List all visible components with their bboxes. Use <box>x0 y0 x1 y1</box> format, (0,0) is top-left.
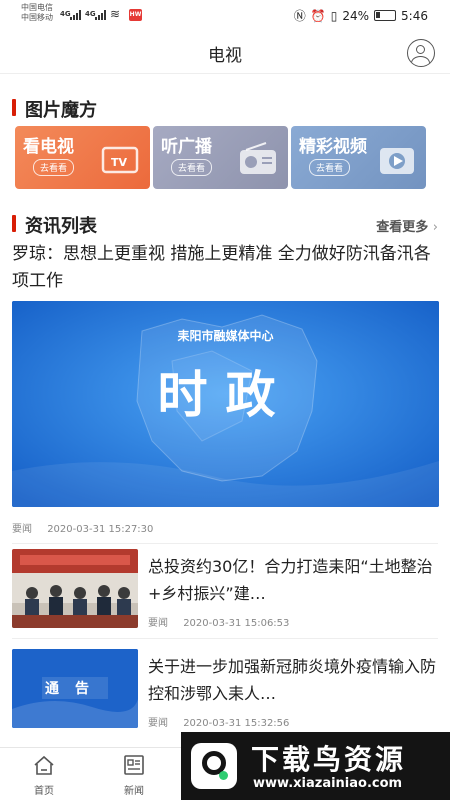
banner-headline: 时政 <box>157 365 294 424</box>
nav-label: 首页 <box>34 786 54 797</box>
meeting-photo <box>12 549 138 628</box>
card-title: 精彩视频 <box>299 137 367 157</box>
watermark-url: www.xiazainiao.com <box>253 776 403 791</box>
user-profile-icon[interactable] <box>407 39 435 67</box>
divider <box>12 543 438 544</box>
signal-icon <box>70 9 84 20</box>
news-item[interactable]: 通告 关于进一步加强新冠肺炎境外疫情输入防控和涉鄂入耒人… 要闻 2020-03… <box>12 649 438 731</box>
card-featured-video[interactable]: 精彩视频 去看看 <box>291 126 426 189</box>
wifi-icon: ≋ <box>110 7 121 21</box>
news-thumbnail: 通告 <box>12 649 138 728</box>
news-category: 要闻 <box>12 524 32 535</box>
news-time: 2020-03-31 15:27:30 <box>47 524 154 535</box>
news-time: 2020-03-31 15:32:56 <box>183 718 290 729</box>
home-icon <box>34 755 54 775</box>
signal-icon-2 <box>95 9 109 20</box>
battery-icon <box>374 10 397 21</box>
alarm-icon: ⏰ <box>310 8 326 23</box>
news-section-header: 资讯列表 查看更多 › <box>12 212 438 237</box>
app-notification-icon: HW <box>129 9 142 21</box>
clock: 5:46 <box>401 8 428 23</box>
lead-news-banner[interactable]: 耒阳市融媒体中心 时政 <box>12 301 439 507</box>
app-header: 电视 <box>0 30 450 74</box>
vibrate-icon: ▯ <box>330 8 338 23</box>
news-title: 总投资约30亿！合力打造耒阳“土地整治+乡村振兴”建… <box>148 557 433 603</box>
carrier-1: 中国电信 <box>21 3 53 12</box>
lead-news-title[interactable]: 罗琼：思想上更重视 措施上更精准 全力做好防汛备汛各项工作 <box>12 241 438 295</box>
section-title: 图片魔方 <box>25 100 97 121</box>
carrier-2: 中国移动 <box>21 13 53 22</box>
nav-label: 新闻 <box>124 786 144 797</box>
status-bar: 中国电信 中国移动 4G 4G ≋ HW Ⓝ ⏰ ▯ 24% 5:46 <box>0 0 450 30</box>
radio-icon <box>240 142 276 174</box>
card-title: 看电视 <box>23 137 74 157</box>
video-icon <box>380 148 414 174</box>
card-title: 听广播 <box>161 137 212 157</box>
view-more-label: 查看更多 <box>376 220 429 235</box>
news-title: 关于进一步加强新冠肺炎境外疫情输入防控和涉鄂入耒人… <box>148 657 437 703</box>
card-go-button[interactable]: 去看看 <box>33 159 75 176</box>
section-accent-bar <box>12 215 16 232</box>
card-go-button[interactable]: 去看看 <box>309 159 351 176</box>
chevron-right-icon: › <box>432 220 438 235</box>
news-thumbnail <box>12 549 138 628</box>
card-go-button[interactable]: 去看看 <box>171 159 213 176</box>
nav-home[interactable]: 首页 <box>14 754 74 797</box>
card-watch-tv[interactable]: 看电视 去看看 TV <box>15 126 150 189</box>
status-right: Ⓝ ⏰ ▯ 24% 5:46 <box>294 7 428 24</box>
thumbnail-text: 通告 <box>45 681 105 697</box>
news-category: 要闻 <box>148 718 168 729</box>
lead-news-meta: 要闻 2020-03-31 15:27:30 <box>12 520 153 535</box>
magic-section-header: 图片魔方 <box>12 96 438 121</box>
banner-organization: 耒阳市融媒体中心 <box>177 329 274 343</box>
feature-cards: 看电视 去看看 TV 听广播 去看看 精彩视频 去看看 <box>15 126 427 189</box>
news-icon <box>124 755 144 775</box>
section-accent-bar <box>12 99 16 116</box>
news-time: 2020-03-31 15:06:53 <box>183 618 290 629</box>
news-item[interactable]: 总投资约30亿！合力打造耒阳“土地整治+乡村振兴”建… 要闻 2020-03-3… <box>12 549 438 631</box>
divider <box>12 638 438 639</box>
nav-news[interactable]: 新闻 <box>104 754 164 797</box>
svg-text:TV: TV <box>111 156 128 169</box>
nfc-icon: Ⓝ <box>293 9 306 23</box>
tv-icon: TV <box>101 146 139 174</box>
news-meta: 要闻 2020-03-31 15:06:53 <box>148 614 289 629</box>
watermark-title: 下载鸟资源 <box>251 743 407 776</box>
carrier-info: 中国电信 中国移动 <box>21 3 53 23</box>
watermark-overlay: 下载鸟资源 www.xiazainiao.com <box>181 732 450 800</box>
battery-percent: 24% <box>342 8 370 23</box>
section-title: 资讯列表 <box>25 216 97 237</box>
view-more-link[interactable]: 查看更多 › <box>376 216 438 235</box>
card-listen-radio[interactable]: 听广播 去看看 <box>153 126 288 189</box>
page-title: 电视 <box>208 46 242 66</box>
news-category: 要闻 <box>148 618 168 629</box>
watermark-logo-icon <box>191 743 237 789</box>
news-meta: 要闻 2020-03-31 15:32:56 <box>148 714 289 729</box>
